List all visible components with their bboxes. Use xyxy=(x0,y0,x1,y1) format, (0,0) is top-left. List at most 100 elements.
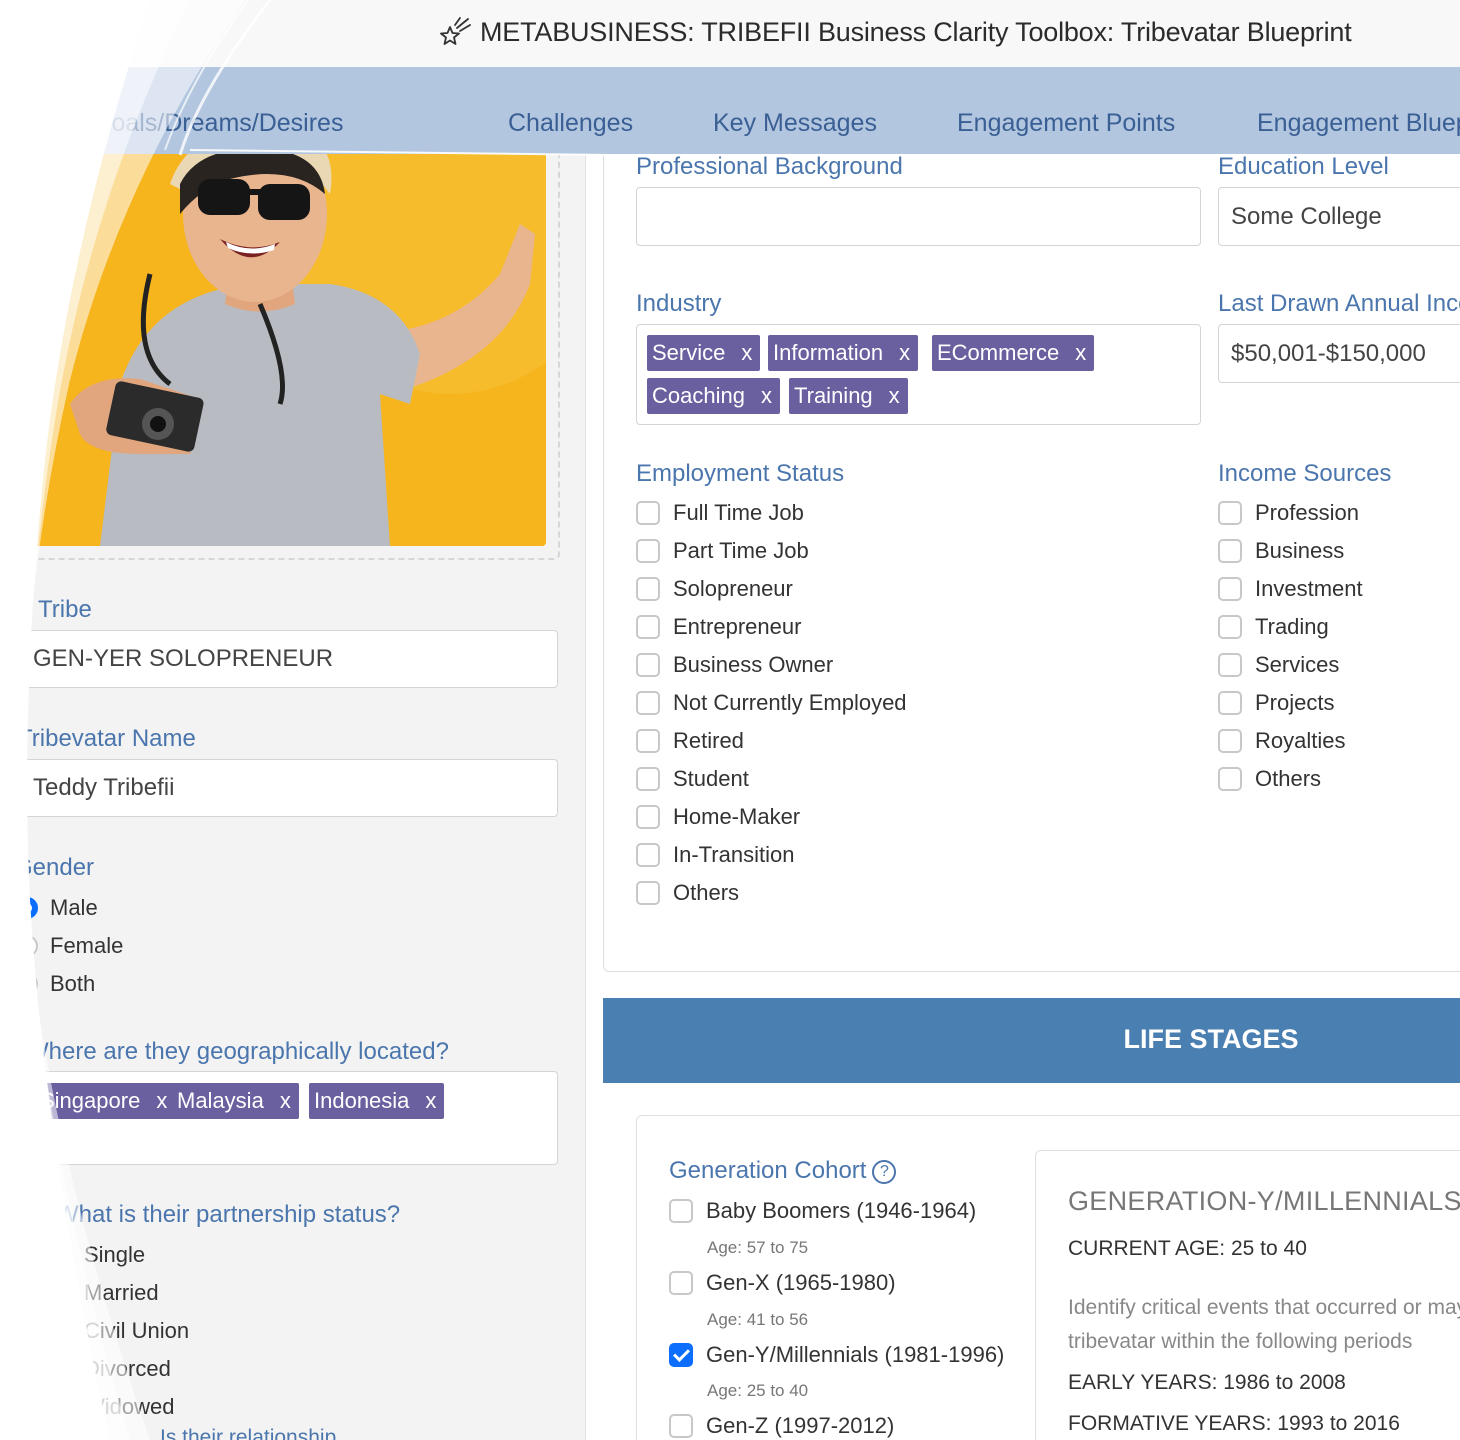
gender-option-label: Female xyxy=(50,933,124,958)
cohort-option[interactable]: Gen-X (1965-1980) xyxy=(669,1270,896,1296)
employment-option-label: Part Time Job xyxy=(673,538,809,563)
income-source-checkbox[interactable] xyxy=(1218,577,1242,601)
industry-tag[interactable]: Information x xyxy=(768,335,919,371)
partnership-option-divorced[interactable]: Divorced xyxy=(50,1356,171,1382)
tab-key-messages[interactable]: Key Messages xyxy=(713,109,877,138)
cohort-checkbox[interactable] xyxy=(669,1414,693,1438)
gender-radio[interactable] xyxy=(16,897,38,919)
cohort-option[interactable]: Gen-Y/Millennials (1981-1996) xyxy=(669,1342,1004,1368)
income-source-option[interactable]: Profession xyxy=(1218,500,1359,526)
help-icon[interactable]: ? xyxy=(872,1159,897,1184)
income-source-checkbox[interactable] xyxy=(1218,501,1242,525)
employment-option-label: Full Time Job xyxy=(673,500,804,525)
income-source-label: Royalties xyxy=(1255,728,1346,753)
industry-tag[interactable]: Service x xyxy=(647,335,761,371)
employment-checkbox[interactable] xyxy=(636,691,660,715)
app-title-text: METABUSINESS: TRIBEFII Business Clarity … xyxy=(480,16,1352,47)
employment-option-label: Business Owner xyxy=(673,652,834,677)
industry-tag[interactable]: Training x xyxy=(789,378,908,414)
cohort-checkbox[interactable] xyxy=(669,1343,693,1367)
income-source-option[interactable]: Services xyxy=(1218,652,1339,678)
income-sources-label: Income Sources xyxy=(1218,460,1392,487)
partnership-radio[interactable] xyxy=(50,1244,72,1266)
income-source-checkbox[interactable] xyxy=(1218,653,1242,677)
partnership-radio[interactable] xyxy=(50,1282,72,1304)
income-source-option[interactable]: Investment xyxy=(1218,576,1363,602)
income-source-checkbox[interactable] xyxy=(1218,539,1242,563)
employment-option[interactable]: Others xyxy=(636,880,739,906)
employment-checkbox[interactable] xyxy=(636,729,660,753)
industry-tag[interactable]: Coaching x xyxy=(647,378,780,414)
tab-goals[interactable]: Goals/Dreams/Desires xyxy=(92,109,343,138)
cohort-label: Baby Boomers (1946-1964) xyxy=(706,1198,977,1223)
cohort-option[interactable]: Gen-Z (1997-2012) xyxy=(669,1413,894,1439)
income-source-checkbox[interactable] xyxy=(1218,615,1242,639)
cohort-checkbox[interactable] xyxy=(669,1271,693,1295)
gender-option-male[interactable]: Male xyxy=(16,895,98,921)
professional-background-input[interactable] xyxy=(636,187,1201,246)
gender-radio[interactable] xyxy=(16,935,38,957)
employment-option[interactable]: Home-Maker xyxy=(636,804,800,830)
income-source-checkbox[interactable] xyxy=(1218,691,1242,715)
location-tag[interactable]: Indonesia x xyxy=(309,1083,445,1119)
partnership-radio[interactable] xyxy=(50,1358,72,1380)
location-tag[interactable]: Malaysia x xyxy=(172,1083,299,1119)
employment-checkbox[interactable] xyxy=(636,615,660,639)
tribevatar-name-input[interactable]: Teddy Tribefii xyxy=(20,759,558,817)
income-source-label: Investment xyxy=(1255,576,1363,601)
tribe-input[interactable]: GEN-YER SOLOPRENEUR xyxy=(20,630,558,688)
employment-checkbox[interactable] xyxy=(636,653,660,677)
tab-engagement-blueprint[interactable]: Engagement Blueprint xyxy=(1257,109,1460,138)
employment-checkbox[interactable] xyxy=(636,577,660,601)
employment-option[interactable]: Entrepreneur xyxy=(636,614,801,640)
industry-tag[interactable]: ECommerce x xyxy=(932,335,1095,371)
employment-option-label: Solopreneur xyxy=(673,576,793,601)
education-level-select[interactable]: Some College xyxy=(1218,187,1460,246)
industry-tag-input[interactable]: Service x Information x ECommerce x Coachin… xyxy=(636,324,1201,425)
income-source-label: Projects xyxy=(1255,690,1335,715)
cohort-option[interactable]: Baby Boomers (1946-1964) xyxy=(669,1198,976,1224)
partnership-radio[interactable] xyxy=(50,1320,72,1342)
tab-challenges[interactable]: Challenges xyxy=(508,109,633,138)
income-source-option[interactable]: Others xyxy=(1218,766,1321,792)
partnership-option-single[interactable]: Single xyxy=(50,1242,145,1268)
annual-income-select[interactable]: $50,001-$150,000 xyxy=(1218,324,1460,383)
income-source-option[interactable]: Trading xyxy=(1218,614,1329,640)
employment-option[interactable]: Retired xyxy=(636,728,744,754)
location-tag-input[interactable]: Singapore x Malaysia x Indonesia x xyxy=(22,1071,558,1165)
employment-option[interactable]: Full Time Job xyxy=(636,500,804,526)
gender-option-both[interactable]: Both xyxy=(16,971,95,997)
location-label: Where are they geographically located? xyxy=(26,1038,449,1065)
partnership-radio[interactable] xyxy=(50,1396,72,1418)
income-source-option[interactable]: Projects xyxy=(1218,690,1334,716)
partnership-option-label: Single xyxy=(84,1242,146,1267)
employment-checkbox[interactable] xyxy=(636,501,660,525)
employment-option[interactable]: Part Time Job xyxy=(636,538,809,564)
employment-checkbox[interactable] xyxy=(636,805,660,829)
employment-option[interactable]: Solopreneur xyxy=(636,576,793,602)
location-tag[interactable]: Singapore x xyxy=(35,1083,176,1119)
tab-engagement-points[interactable]: Engagement Points xyxy=(957,109,1175,138)
employment-checkbox[interactable] xyxy=(636,881,660,905)
employment-option[interactable]: Student xyxy=(636,766,749,792)
industry-label: Industry xyxy=(636,290,722,317)
employment-option[interactable]: Not Currently Employed xyxy=(636,690,907,716)
employment-checkbox[interactable] xyxy=(636,767,660,791)
income-source-checkbox[interactable] xyxy=(1218,729,1242,753)
gender-radio[interactable] xyxy=(16,973,38,995)
employment-checkbox[interactable] xyxy=(636,539,660,563)
income-source-option[interactable]: Business xyxy=(1218,538,1344,564)
cohort-checkbox[interactable] xyxy=(669,1199,693,1223)
gender-option-female[interactable]: Female xyxy=(16,933,123,959)
education-level-label: Education Level xyxy=(1218,153,1389,180)
employment-checkbox[interactable] xyxy=(636,843,660,867)
employment-status-label: Employment Status xyxy=(636,460,845,487)
partnership-option-widowed[interactable]: Widowed xyxy=(50,1394,174,1420)
employment-option[interactable]: In-Transition xyxy=(636,842,794,868)
income-source-checkbox[interactable] xyxy=(1218,767,1242,791)
identify-text-line2: tribevatar within the following periods xyxy=(1068,1330,1413,1353)
employment-option[interactable]: Business Owner xyxy=(636,652,833,678)
partnership-option-civil-union[interactable]: Civil Union xyxy=(50,1318,189,1344)
partnership-option-married[interactable]: Married xyxy=(50,1280,159,1306)
income-source-option[interactable]: Royalties xyxy=(1218,728,1345,754)
